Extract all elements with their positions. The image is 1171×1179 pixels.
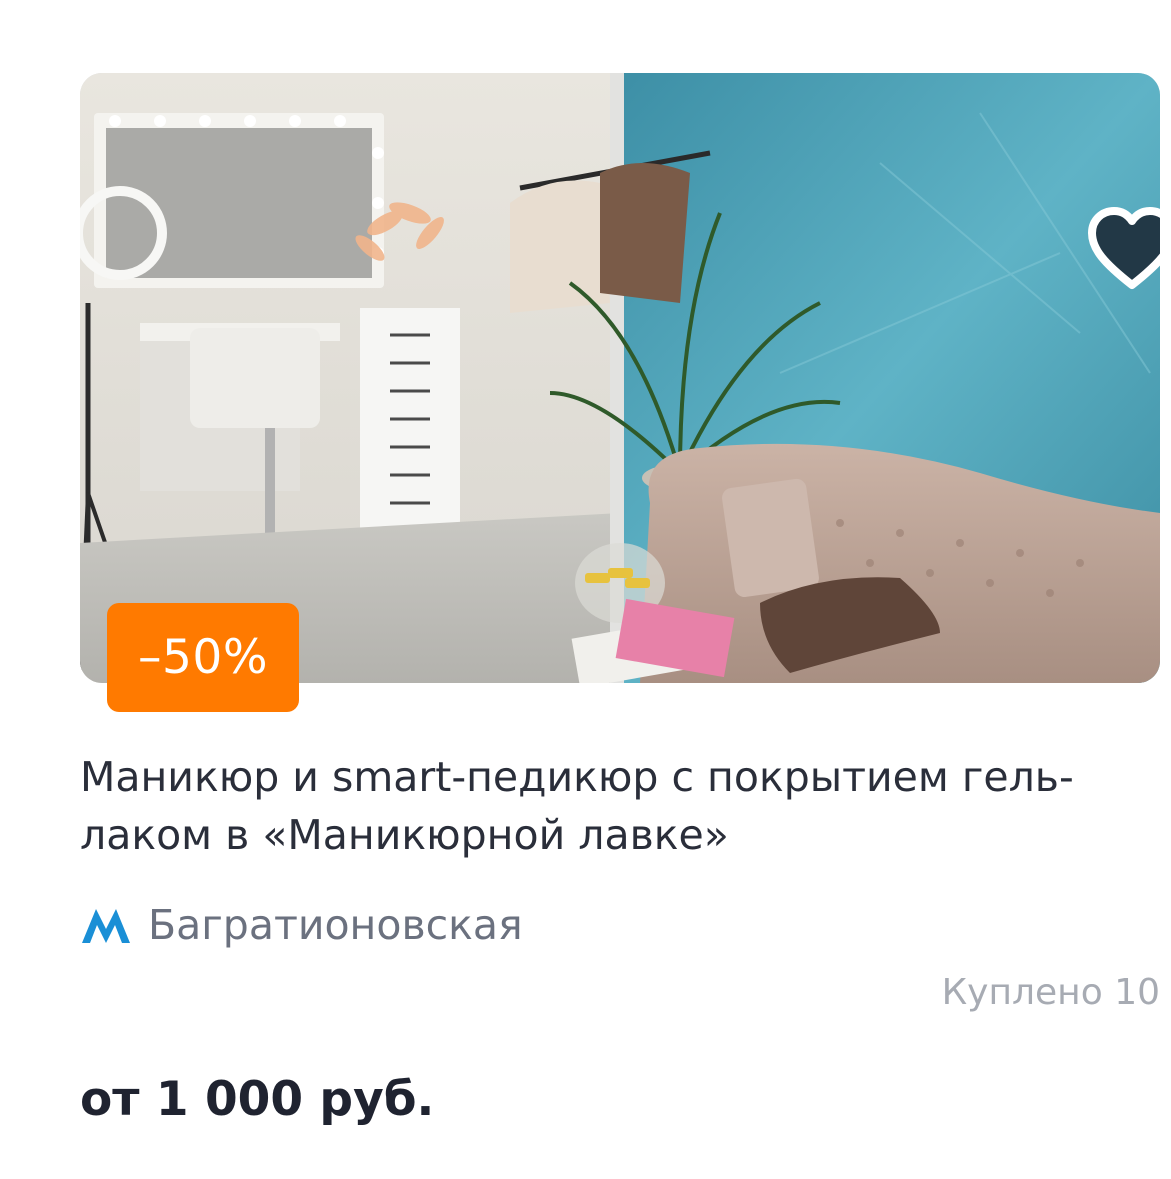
price: от 1 000 руб. [80, 1072, 435, 1127]
discount-badge: –50% [107, 603, 299, 712]
metro-station-name: Багратионовская [148, 901, 523, 949]
favorite-button[interactable] [1084, 205, 1160, 295]
metro-icon [82, 909, 130, 943]
bought-count: Куплено 10 [941, 972, 1160, 1013]
deal-card[interactable]: –50% Маникюр и smart-педикюр с покрытием… [0, 0, 1171, 1179]
deal-title[interactable]: Маникюр и smart-педикюр с покрытием гель… [80, 748, 1160, 864]
heart-icon [1088, 207, 1160, 289]
deal-photo[interactable] [80, 73, 1160, 683]
metro-station: Багратионовская [80, 897, 523, 953]
salon-photo-illustration [80, 73, 1160, 683]
